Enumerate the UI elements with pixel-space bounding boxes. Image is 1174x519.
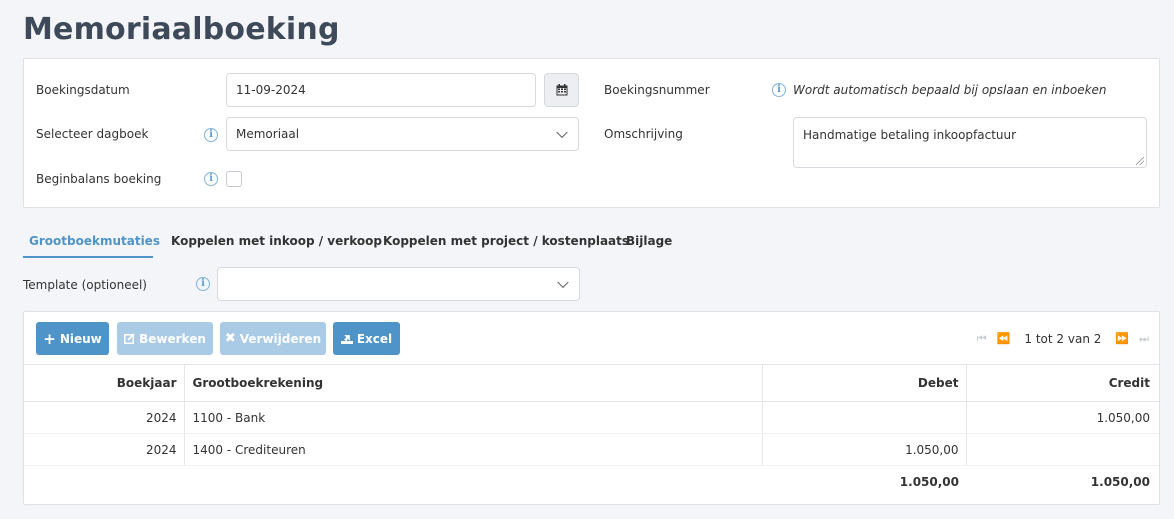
edit-button[interactable]: Bewerken — [117, 322, 213, 355]
total-credit: 1.050,00 — [1090, 475, 1150, 490]
total-debit: 1.050,00 — [899, 475, 959, 490]
plus-icon: + — [43, 329, 56, 348]
new-button-label: Nieuw — [59, 331, 102, 346]
opening-balance-info-icon[interactable]: i — [204, 172, 218, 186]
booking-number-info-icon[interactable]: i — [772, 83, 786, 97]
calendar-button[interactable] — [544, 73, 579, 107]
cell-total-spacer — [24, 466, 184, 499]
active-tab-indicator — [23, 256, 153, 258]
cell-debit — [762, 401, 967, 434]
last-page-icon[interactable]: ⏭ — [1139, 332, 1149, 346]
page-title: Memoriaalboeking — [23, 12, 340, 47]
booking-date-value: 11-09-2024 — [236, 83, 306, 97]
column-header-credit[interactable]: Credit — [966, 364, 1159, 402]
cell-year: 2024 — [24, 433, 185, 466]
first-page-icon[interactable]: ⏮ — [977, 332, 987, 346]
booking-date-input[interactable]: 11-09-2024 — [226, 73, 536, 107]
tab-grootboekmutaties[interactable]: Grootboekmutaties — [29, 234, 160, 248]
tab-bijlage[interactable]: Bijlage — [626, 234, 672, 248]
column-header-grootboekrekening[interactable]: Grootboekrekening — [184, 364, 763, 402]
tab-koppelen-project-kostenplaats[interactable]: Koppelen met project / kostenplaats — [383, 234, 629, 248]
delete-button-label: Verwijderen — [239, 331, 322, 346]
journal-select-value: Memoriaal — [236, 127, 300, 141]
totals-row: 1.050,00 1.050,00 — [24, 466, 1159, 499]
tab-koppelen-inkoop-verkoop[interactable]: Koppelen met inkoop / verkoop — [171, 234, 382, 248]
description-textarea[interactable]: Handmatige betaling inkoopfactuur — [793, 117, 1147, 168]
edit-button-label: Bewerken — [139, 331, 206, 346]
template-label: Template (optioneel) — [23, 278, 147, 292]
column-header-boekjaar[interactable]: Boekjaar — [24, 364, 185, 402]
cell-account: 1100 - Bank — [184, 401, 763, 434]
excel-button-label: Excel — [356, 331, 393, 346]
export-icon — [340, 335, 353, 344]
next-page-icon[interactable]: ⏩ — [1115, 332, 1129, 345]
cell-year: 2024 — [24, 401, 185, 434]
cell-account: 1400 - Crediteuren — [184, 433, 763, 466]
template-info-icon[interactable]: i — [196, 277, 210, 291]
calendar-icon — [556, 84, 567, 96]
booking-header-panel: Boekingsdatum 11-09-2024 Selecteer dagbo… — [23, 58, 1160, 208]
pager: ⏮ ⏪ 1 tot 2 van 2 ⏩ ⏭ — [977, 322, 1149, 355]
description-label: Omschrijving — [604, 127, 683, 141]
previous-page-icon[interactable]: ⏪ — [997, 332, 1011, 345]
table-row[interactable]: 2024 1100 - Bank 1.050,00 — [24, 401, 1159, 434]
journal-select[interactable]: Memoriaal — [226, 117, 579, 151]
pager-text: 1 tot 2 van 2 — [1024, 331, 1102, 346]
chevron-down-icon — [557, 276, 569, 289]
description-text: Handmatige betaling inkoopfactuur — [803, 128, 1017, 142]
journal-info-icon[interactable]: i — [204, 128, 218, 142]
table-row[interactable]: 2024 1400 - Crediteuren 1.050,00 — [24, 433, 1159, 466]
table-header-row: Boekjaar Grootboekrekening Debet Credit — [24, 364, 1159, 402]
cell-credit: 1.050,00 — [966, 401, 1159, 434]
template-select[interactable] — [217, 267, 580, 301]
journal-label: Selecteer dagboek — [36, 127, 149, 141]
opening-balance-label: Beginbalans boeking — [36, 172, 162, 186]
resize-handle-icon[interactable] — [1136, 157, 1144, 165]
chevron-down-icon — [556, 126, 568, 139]
new-button[interactable]: + Nieuw — [36, 322, 109, 355]
cell-debit: 1.050,00 — [762, 433, 967, 466]
delete-button[interactable]: ✖ Verwijderen — [220, 322, 326, 355]
booking-date-label: Boekingsdatum — [36, 83, 130, 97]
excel-button[interactable]: Excel — [333, 322, 400, 355]
close-icon: ✖ — [224, 331, 236, 346]
booking-number-label: Boekingsnummer — [604, 83, 710, 97]
opening-balance-checkbox[interactable] — [226, 171, 242, 187]
cell-total-spacer — [184, 466, 762, 499]
booking-number-note: Wordt automatisch bepaald bij opslaan en… — [793, 83, 1107, 97]
cell-credit — [966, 433, 1159, 466]
ledger-grid: + Nieuw Bewerken ✖ Verwijderen Excel ⏮ ⏪… — [23, 311, 1160, 505]
column-header-debet[interactable]: Debet — [762, 364, 967, 402]
ledger-table: Boekjaar Grootboekrekening Debet Credit … — [24, 364, 1159, 499]
edit-icon — [124, 333, 135, 344]
